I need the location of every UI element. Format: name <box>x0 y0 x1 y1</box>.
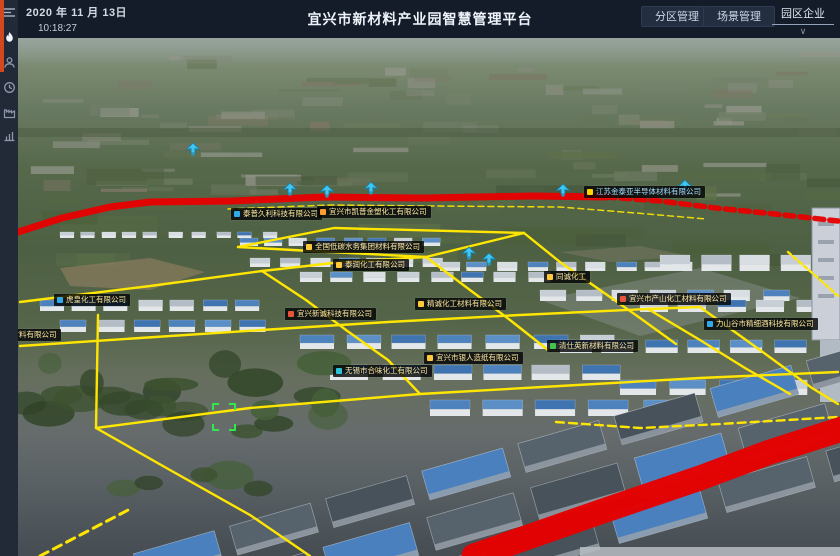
park-enterprise-label: 园区企业 <box>772 3 834 25</box>
company-marker-icon <box>418 301 424 307</box>
park-enterprise-dropdown[interactable]: 园区企业 ∨ <box>772 3 834 35</box>
company-name: 虎皇化工有限公司 <box>66 296 126 304</box>
company-name: 江苏金泰亚半导体材料有限公司 <box>596 188 701 196</box>
company-name: 泰普久利科技有限公司 <box>243 210 318 218</box>
company-name: 精诚化工材料有限公司 <box>427 300 502 308</box>
company-name: 力山谷市精细酒科技有限公司 <box>716 320 814 328</box>
menu-icon[interactable] <box>3 6 16 19</box>
company-label[interactable]: 泰普久利科技有限公司 <box>231 208 322 220</box>
factory-icon[interactable] <box>3 106 16 119</box>
company-label[interactable]: 宜兴市凯普金塑化工有限公司 <box>317 206 431 218</box>
chevron-down-icon: ∨ <box>772 27 834 35</box>
company-label[interactable]: 宜兴新诚科技有限公司 <box>285 308 376 320</box>
company-label[interactable]: 清仕英新材料有限公司 <box>547 340 638 352</box>
company-label[interactable]: 精诚化工材料有限公司 <box>415 298 506 310</box>
company-label[interactable]: 泰润化工有限公司 <box>333 259 409 271</box>
company-label[interactable]: 宜兴市产山化工材料有限公司 <box>617 293 731 305</box>
company-marker-icon <box>288 311 294 317</box>
company-name: 宜兴新诚科技有限公司 <box>297 310 372 318</box>
company-label[interactable]: 江苏金泰亚半导体材料有限公司 <box>584 186 705 198</box>
top-header-bar: 2020 年 11 月 13日 10:18:27 宜兴市新材料产业园智慧管理平台… <box>0 0 840 38</box>
company-marker-icon <box>336 368 342 374</box>
user-icon[interactable] <box>3 56 16 69</box>
company-label[interactable]: 力山谷市精细酒科技有限公司 <box>704 318 818 330</box>
company-marker-icon <box>707 321 713 327</box>
company-name: 泰润化工有限公司 <box>345 261 405 269</box>
company-name: 清仕英新材料有限公司 <box>559 342 634 350</box>
company-label[interactable]: 虎皇化工有限公司 <box>54 294 130 306</box>
app-window: 泰普久利科技有限公司 宜兴市凯普金塑化工有限公司全国低碳水务集团材料有限公司泰润化… <box>0 0 840 556</box>
history-icon[interactable] <box>3 81 16 94</box>
scene-management-button[interactable]: 场景管理 <box>703 6 775 27</box>
company-marker-icon <box>234 211 240 217</box>
company-marker-icon <box>547 274 553 280</box>
company-label[interactable]: 无锡市合味化工有限公司 <box>333 365 432 377</box>
company-marker-icon <box>306 244 312 250</box>
company-marker-icon <box>550 343 556 349</box>
company-marker-icon <box>320 209 326 215</box>
company-marker-icon <box>336 262 342 268</box>
company-label[interactable]: 宜兴市银人造纸有限公司 <box>424 352 523 364</box>
company-name: 宜兴市产山化工材料有限公司 <box>629 295 727 303</box>
company-name: 宜兴市凯普金塑化工有限公司 <box>329 208 427 216</box>
company-marker-icon <box>620 296 626 302</box>
left-toolbar <box>0 0 18 556</box>
company-marker-icon <box>587 189 593 195</box>
company-label[interactable]: 全国低碳水务集团材料有限公司 <box>303 241 424 253</box>
company-marker-icon <box>427 355 433 361</box>
company-name: 宜兴市银人造纸有限公司 <box>436 354 519 362</box>
company-name: 全国低碳水务集团材料有限公司 <box>315 243 420 251</box>
fire-icon[interactable] <box>3 31 16 44</box>
company-name: 同诚化工 <box>556 273 586 281</box>
bar-chart-icon[interactable] <box>3 129 16 142</box>
company-marker-icon <box>57 297 63 303</box>
company-label[interactable]: 同诚化工 <box>544 271 590 283</box>
company-name: 无锡市合味化工有限公司 <box>345 367 428 375</box>
